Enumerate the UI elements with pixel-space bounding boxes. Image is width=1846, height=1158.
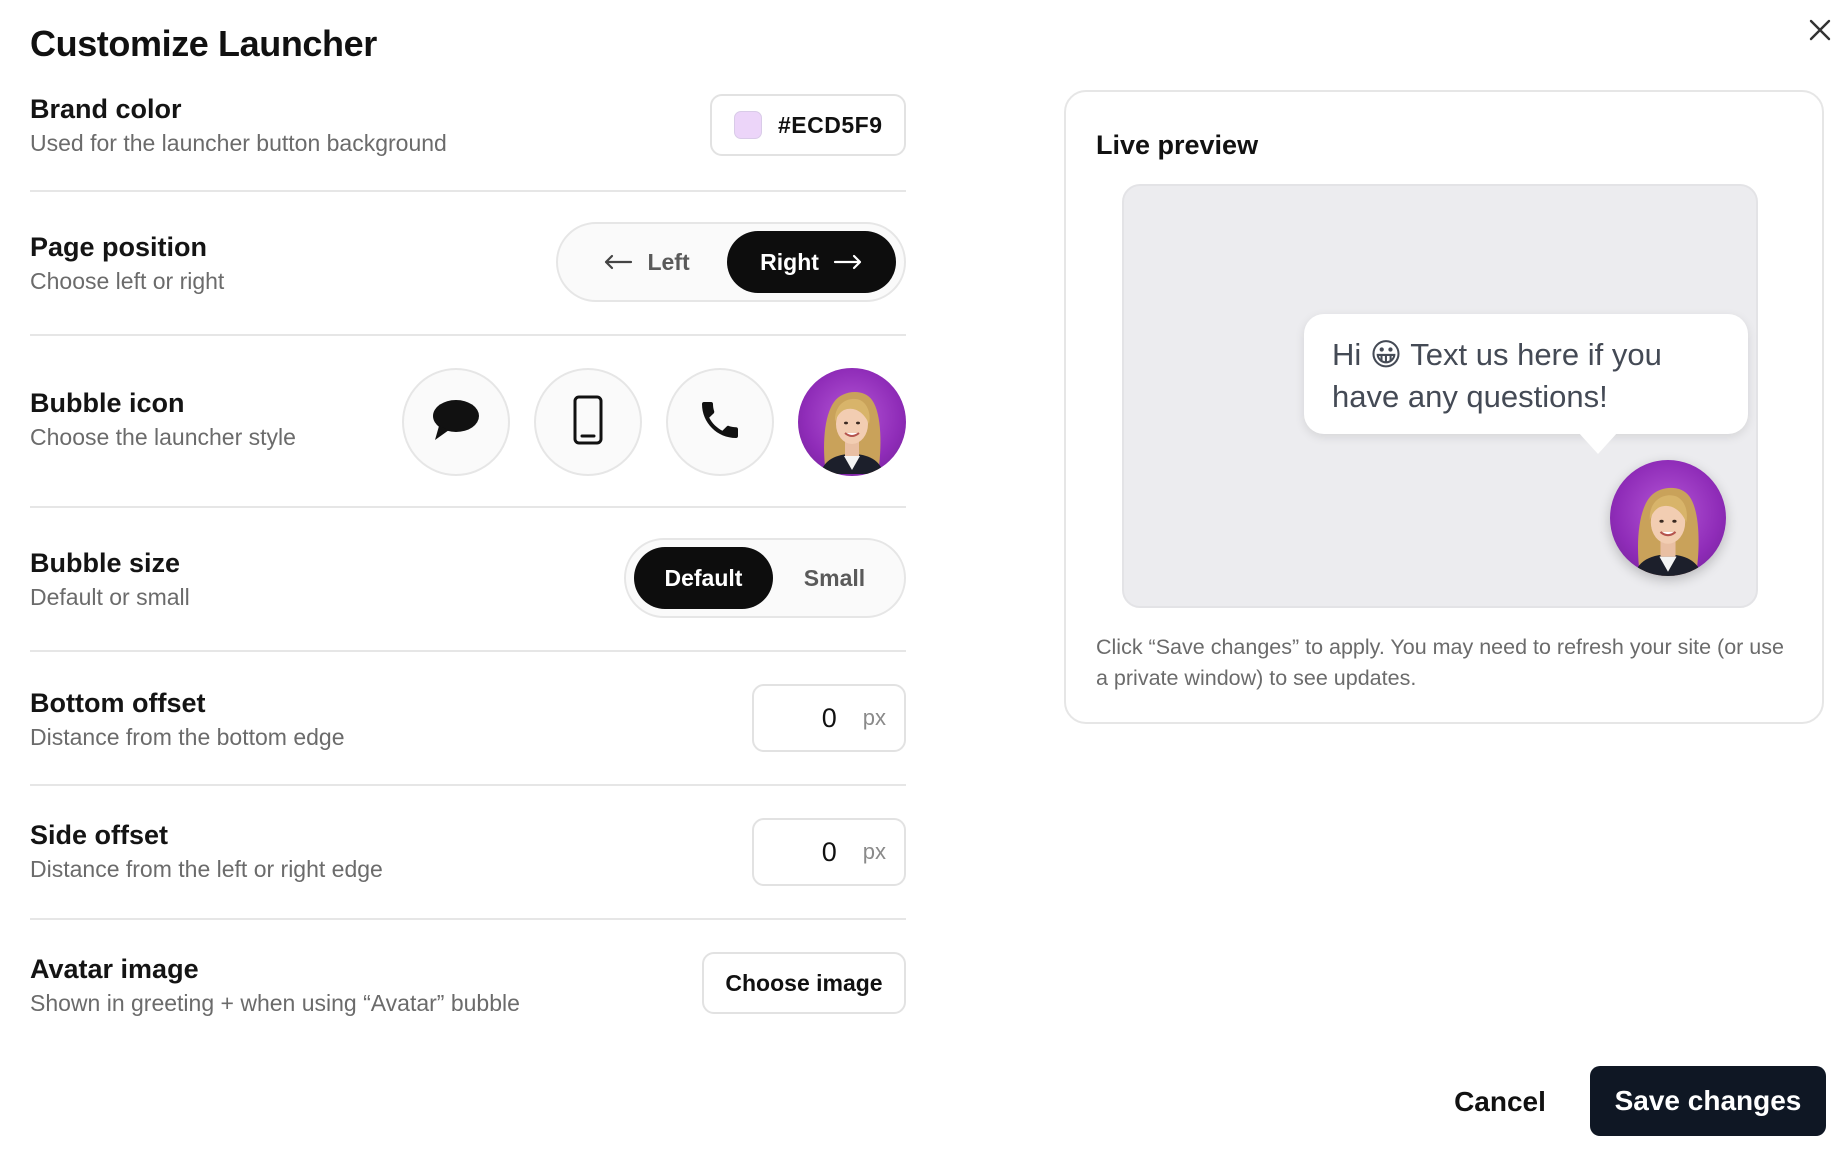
bubble-size-description: Default or small xyxy=(30,584,190,610)
avatar-image-row: Avatar image Shown in greeting + when us… xyxy=(30,920,906,1044)
save-changes-button[interactable]: Save changes xyxy=(1590,1066,1826,1136)
settings-panel: Brand color Used for the launcher button… xyxy=(30,78,906,1044)
bottom-offset-row: Bottom offset Distance from the bottom e… xyxy=(30,652,906,786)
bottom-offset-input[interactable]: 0 px xyxy=(752,684,906,752)
bubble-icon-row: Bubble icon Choose the launcher style xyxy=(30,336,906,508)
page-position-row: Page position Choose left or right Left xyxy=(30,192,906,336)
side-offset-row: Side offset Distance from the left or ri… xyxy=(30,786,906,920)
side-offset-input[interactable]: 0 px xyxy=(752,818,906,886)
size-small-option[interactable]: Small xyxy=(773,547,896,609)
brand-color-picker[interactable]: #ECD5F9 xyxy=(710,94,906,156)
side-offset-description: Distance from the left or right edge xyxy=(30,856,383,882)
position-right-label: Right xyxy=(760,248,819,275)
live-preview-title: Live preview xyxy=(1096,130,1259,160)
arrow-left-icon xyxy=(603,249,633,276)
bottom-offset-value[interactable]: 0 xyxy=(822,703,837,734)
bubble-option-phone[interactable] xyxy=(666,368,774,476)
brand-color-value: #ECD5F9 xyxy=(778,111,883,138)
bubble-icon-label: Bubble icon xyxy=(30,388,185,418)
side-offset-unit: px xyxy=(862,839,886,864)
bubble-size-toggle: Default Small xyxy=(624,538,906,618)
bubble-size-label: Bubble size xyxy=(30,548,181,578)
live-preview-card: Live preview Hi 😀 Text us here if you ha… xyxy=(1064,90,1824,724)
bottom-offset-unit: px xyxy=(862,705,886,730)
close-icon xyxy=(1808,18,1832,47)
position-right-option[interactable]: Right xyxy=(727,231,896,293)
position-left-label: Left xyxy=(647,248,690,275)
page-position-toggle: Left Right xyxy=(556,222,906,302)
greeting-bubble: Hi 😀 Text us here if you have any questi… xyxy=(1304,314,1748,434)
side-offset-value[interactable]: 0 xyxy=(822,837,837,868)
cancel-button[interactable]: Cancel xyxy=(1430,1070,1570,1134)
greeting-bubble-tail xyxy=(1578,432,1618,454)
size-small-label: Small xyxy=(803,564,866,591)
bubble-icon-description: Choose the launcher style xyxy=(30,424,296,450)
bubble-option-avatar[interactable] xyxy=(798,368,906,476)
preview-note: Click “Save changes” to apply. You may n… xyxy=(1096,635,1784,690)
bubble-icon-options xyxy=(402,368,906,476)
side-offset-label: Side offset xyxy=(30,820,169,850)
launcher-avatar-button[interactable] xyxy=(1610,460,1726,576)
avatar-image-description: Shown in greeting + when using “Avatar” … xyxy=(30,990,520,1016)
color-swatch[interactable] xyxy=(734,111,762,139)
dialog-title: Customize Launcher xyxy=(30,23,377,64)
size-default-label: Default xyxy=(664,564,743,591)
preview-canvas: Hi 😀 Text us here if you have any questi… xyxy=(1122,184,1758,608)
position-left-option[interactable]: Left xyxy=(566,231,727,293)
close-button[interactable] xyxy=(1800,12,1840,52)
bubble-option-chat[interactable] xyxy=(402,368,510,476)
bottom-offset-description: Distance from the bottom edge xyxy=(30,724,345,750)
brand-color-description: Used for the launcher button background xyxy=(30,130,447,156)
mobile-phone-icon xyxy=(573,395,603,450)
choose-image-button[interactable]: Choose image xyxy=(702,952,906,1014)
bubble-option-mobile[interactable] xyxy=(534,368,642,476)
avatar-photo xyxy=(798,368,906,476)
page-position-description: Choose left or right xyxy=(30,268,225,294)
arrow-right-icon xyxy=(833,249,863,276)
brand-color-label: Brand color xyxy=(30,94,182,124)
avatar-photo xyxy=(1633,487,1703,576)
bubble-size-row: Bubble size Default or small Default Sma… xyxy=(30,508,906,652)
brand-color-row: Brand color Used for the launcher button… xyxy=(30,78,906,192)
chat-bubble-icon xyxy=(431,398,481,447)
customize-launcher-dialog: Customize Launcher Brand color Used for … xyxy=(0,0,1846,1158)
page-position-label: Page position xyxy=(30,232,208,262)
avatar-image-label: Avatar image xyxy=(30,954,199,984)
bottom-offset-label: Bottom offset xyxy=(30,688,206,718)
phone-icon xyxy=(696,396,744,449)
size-default-option[interactable]: Default xyxy=(634,547,773,609)
